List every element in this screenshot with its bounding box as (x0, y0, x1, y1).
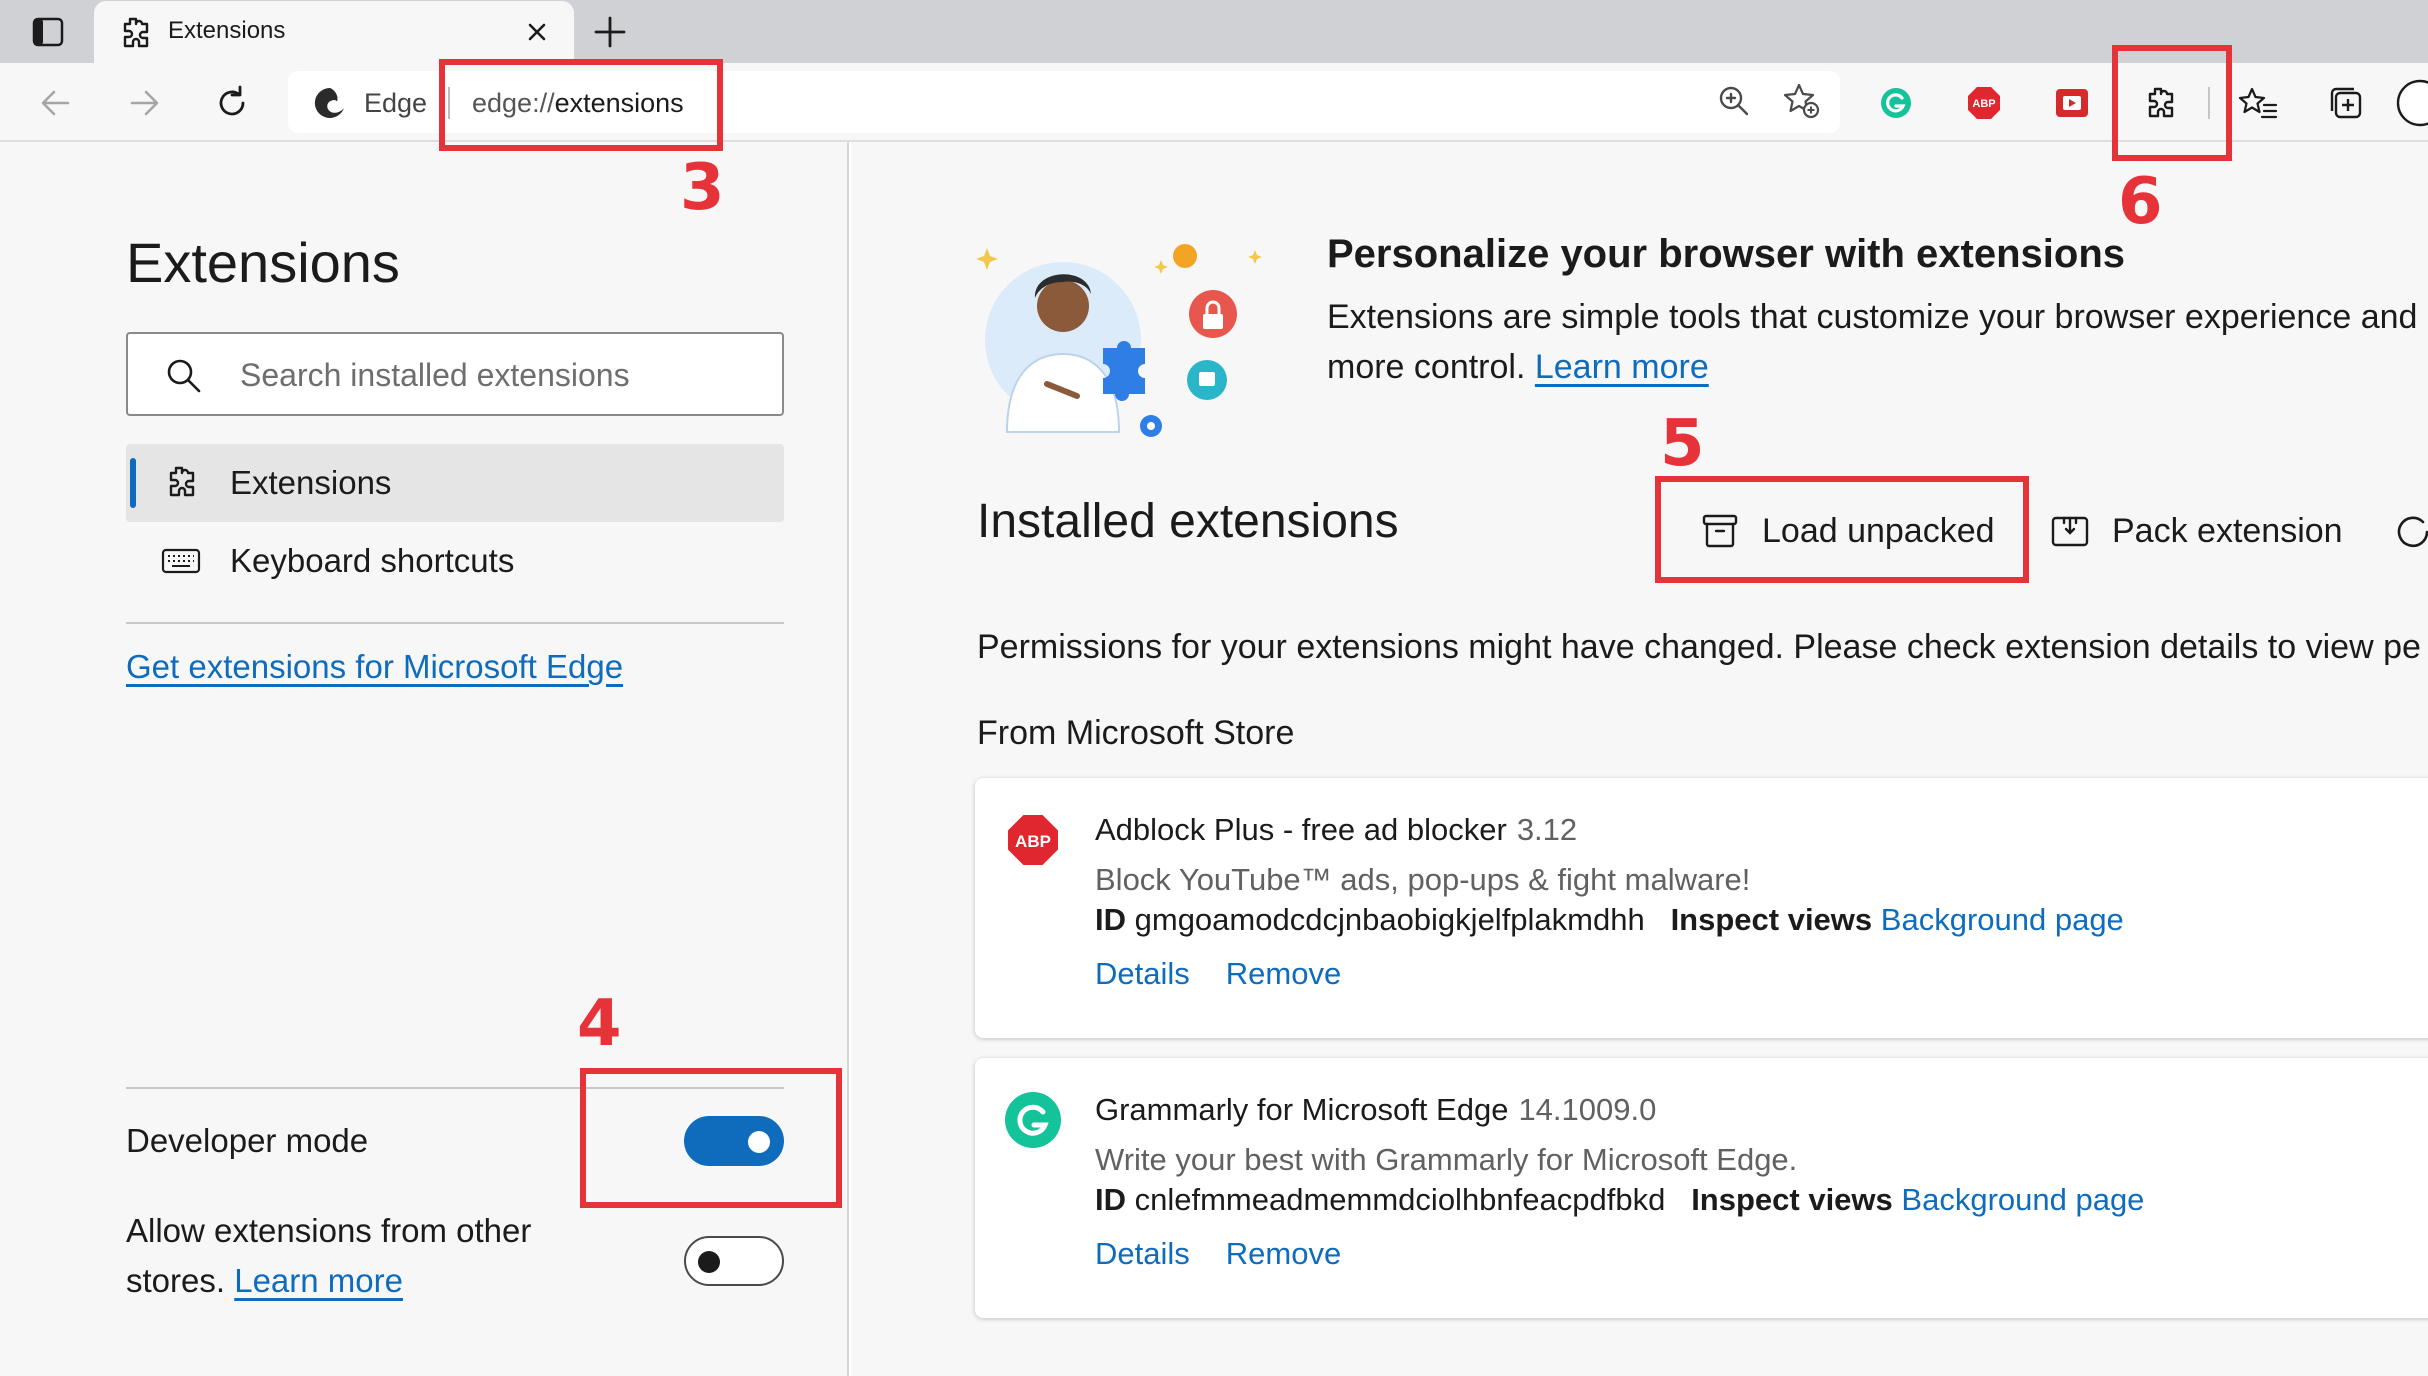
other-stores-toggle[interactable] (684, 1236, 784, 1286)
svg-text:ABP: ABP (1015, 832, 1051, 851)
tab-title: Extensions (168, 17, 286, 44)
main-content: Personalize your browser with extensions… (851, 142, 2428, 1376)
step-number-5: 5 (1660, 407, 1705, 481)
site-identity-label: Edge (364, 88, 428, 118)
remove-link[interactable]: Remove (1226, 1236, 1341, 1271)
sidebar-item-extensions[interactable]: Extensions (126, 444, 784, 522)
installed-extensions-heading: Installed extensions (977, 495, 1399, 548)
extension-card-grammarly: Grammarly for Microsoft Edge 14.1009.0 Wr… (975, 1058, 2428, 1318)
store-heading: From Microsoft Store (977, 714, 1295, 752)
grammarly-logo-icon (1005, 1092, 1061, 1148)
forward-icon[interactable] (122, 81, 166, 125)
extension-name: Grammarly for Microsoft Edge 14.1009.0 (1095, 1092, 1657, 1127)
details-link[interactable]: Details (1095, 1236, 1190, 1271)
sidebar-title: Extensions (126, 231, 400, 294)
sidebar-divider (126, 622, 784, 624)
grammarly-icon[interactable] (1874, 81, 1918, 125)
back-icon[interactable] (34, 81, 78, 125)
annotation-box-extensions-icon (2112, 45, 2232, 161)
add-favorite-icon[interactable] (1780, 79, 1824, 123)
keyboard-icon (161, 548, 201, 574)
sidebar-item-keyboard-shortcuts[interactable]: Keyboard shortcuts (126, 522, 784, 600)
annotation-box-url (439, 59, 723, 151)
update-icon[interactable] (2391, 510, 2428, 554)
search-box[interactable] (126, 332, 784, 416)
remove-link[interactable]: Remove (1226, 956, 1341, 991)
other-stores-label: Allow extensions from other stores. Lear… (126, 1212, 532, 1299)
extension-id-row: ID cnlefmmeadmemmdciolhbnfeacpdfbkd Insp… (1095, 1182, 2145, 1217)
other-stores-learn-more-link[interactable]: Learn more (234, 1262, 403, 1299)
refresh-icon[interactable] (210, 81, 254, 125)
pack-extension-button[interactable]: Pack extension (2048, 496, 2343, 566)
tab-strip: Extensions (0, 0, 2428, 63)
step-number-4: 4 (577, 987, 622, 1061)
annotation-box-load-unpacked (1655, 476, 2029, 583)
sidebar-item-label: Keyboard shortcuts (230, 542, 515, 579)
extension-id-row: ID gmgoamodcdcjnbaobigkjelfplakmdhh Insp… (1095, 902, 2124, 937)
step-number-3: 3 (680, 151, 725, 225)
tab-actions-button[interactable] (18, 12, 78, 52)
search-icon (167, 359, 201, 393)
extensions-icon (169, 466, 195, 497)
step-number-6: 6 (2118, 165, 2163, 239)
extensions-illustration (977, 244, 1262, 437)
details-link[interactable]: Details (1095, 956, 1190, 991)
toggle-knob (698, 1251, 720, 1273)
collections-icon[interactable] (2324, 81, 2368, 125)
profile-icon[interactable] (2394, 77, 2428, 129)
extension-card-adblock-plus: ABP Adblock Plus - free ad blocker 3.12 B… (975, 778, 2428, 1038)
edge-logo-icon (314, 87, 344, 118)
permissions-message: Permissions for your extensions might ha… (977, 628, 2421, 666)
hero-learn-more-link[interactable]: Learn more (1535, 348, 1709, 386)
search-input[interactable] (240, 352, 760, 398)
browser-toolbar: Edge edge://extensions ABP (0, 63, 2428, 142)
extension-actions: Details Remove (1095, 956, 1377, 992)
adblock-plus-icon[interactable]: ABP (1962, 81, 2006, 125)
developer-mode-label: Developer mode (126, 1122, 369, 1159)
favorites-icon[interactable] (2236, 81, 2280, 125)
background-page-link[interactable]: Background page (1881, 902, 2124, 937)
extension-description: Write your best with Grammarly for Micro… (1095, 1142, 1798, 1177)
extensions-favicon-icon (123, 17, 149, 48)
pack-extension-label: Pack extension (2112, 511, 2343, 550)
new-tab-icon[interactable] (590, 12, 630, 52)
sidebar-item-label: Extensions (230, 464, 392, 501)
extension-actions: Details Remove (1095, 1236, 1377, 1272)
annotation-box-developer-mode (580, 1068, 842, 1208)
close-tab-icon[interactable] (520, 15, 554, 49)
svg-text:ABP: ABP (1972, 98, 1995, 110)
zoom-icon[interactable] (1712, 79, 1756, 123)
active-indicator (130, 458, 136, 508)
hero-title: Personalize your browser with extensions (1327, 232, 2126, 276)
video-extension-icon[interactable] (2050, 81, 2094, 125)
get-extensions-link[interactable]: Get extensions for Microsoft Edge (126, 648, 623, 686)
hero-description: Extensions are simple tools that customi… (1327, 298, 2418, 386)
extension-name: Adblock Plus - free ad blocker 3.12 (1095, 812, 1578, 847)
adblock-plus-logo-icon: ABP (1006, 813, 1060, 867)
browser-tab[interactable]: Extensions (94, 1, 574, 63)
tab-actions-icon (32, 17, 64, 47)
background-page-link[interactable]: Background page (1901, 1182, 2144, 1217)
pack-extension-icon (2051, 516, 2089, 547)
extension-description: Block YouTube™ ads, pop-ups & fight malw… (1095, 862, 1751, 897)
